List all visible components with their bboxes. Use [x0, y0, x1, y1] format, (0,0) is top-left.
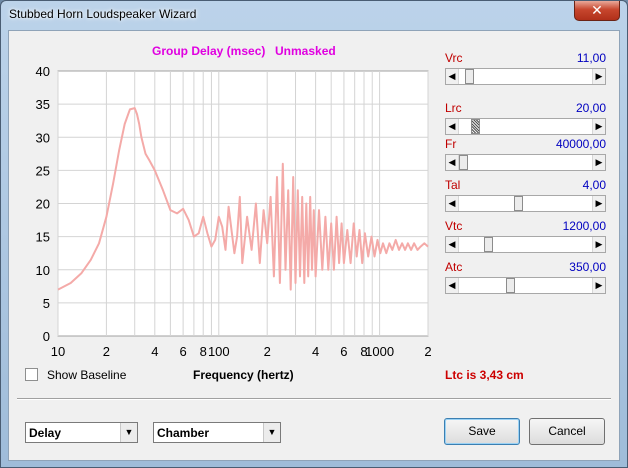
- arrow-right-icon[interactable]: ▶: [592, 196, 605, 211]
- y-tick-label: 5: [43, 296, 50, 311]
- x-tick-label: 2: [103, 344, 110, 359]
- slider-label-lrc: Lrc: [445, 101, 462, 115]
- group-delay-chart: 051015202530354010 2 4 6 8 100 2 4 6 81000 2: [36, 64, 432, 359]
- slider-label-vtc: Vtc: [445, 219, 463, 233]
- arrow-right-icon[interactable]: ▶: [592, 278, 605, 293]
- y-tick-label: 15: [36, 230, 50, 245]
- arrow-right-icon[interactable]: ▶: [592, 69, 605, 84]
- y-tick-label: 30: [36, 130, 50, 145]
- close-button[interactable]: ✕: [574, 1, 620, 21]
- y-tick-label: 10: [36, 263, 50, 278]
- slider-thumb[interactable]: [484, 237, 493, 252]
- x-tick-label: 6: [340, 344, 347, 359]
- section-value: Chamber: [157, 426, 210, 440]
- separator: [17, 398, 611, 400]
- graph-type-value: Delay: [29, 426, 62, 440]
- x-tick-label: 100: [208, 344, 230, 359]
- cancel-button-label: Cancel: [548, 424, 586, 438]
- x-tick-label: 4: [151, 344, 158, 359]
- y-tick-label: 20: [36, 197, 50, 212]
- close-icon: ✕: [591, 2, 603, 18]
- x-axis-label: Frequency (hertz): [193, 368, 294, 382]
- y-tick-label: 35: [36, 97, 50, 112]
- wizard-window: Stubbed Horn Loudspeaker Wizard ✕ Group …: [0, 0, 628, 468]
- arrow-left-icon[interactable]: ◀: [446, 196, 459, 211]
- slider-label-tal: Tal: [445, 178, 461, 192]
- y-tick-label: 25: [36, 163, 50, 178]
- x-tick-label: 10: [51, 344, 65, 359]
- dialog-client-area: Group Delay (msec) Unmasked 0 5 10 15 20 25 30…: [8, 30, 620, 461]
- show-baseline-checkbox[interactable]: [25, 368, 38, 381]
- arrow-left-icon[interactable]: ◀: [446, 237, 459, 252]
- x-tick-label: 2: [264, 344, 271, 359]
- slider-tal[interactable]: ◀ ▶: [445, 195, 606, 212]
- slider-fr[interactable]: ◀ ▶: [445, 154, 606, 171]
- slider-thumb[interactable]: [465, 69, 474, 84]
- slider-label-fr: Fr: [445, 137, 457, 151]
- chevron-down-icon[interactable]: ▼: [120, 423, 137, 442]
- slider-vrc[interactable]: ◀ ▶: [445, 68, 606, 85]
- section-select[interactable]: Chamber ▼: [153, 422, 281, 443]
- x-tick-label: 8: [200, 344, 207, 359]
- slider-thumb[interactable]: [514, 196, 523, 211]
- graph-type-select[interactable]: Delay ▼: [25, 422, 138, 443]
- slider-thumb[interactable]: [506, 278, 515, 293]
- slider-lrc[interactable]: ◀ ▶: [445, 118, 606, 135]
- save-button[interactable]: Save: [444, 418, 520, 445]
- slider-label-atc: Atc: [445, 260, 463, 274]
- x-tick-label: 2: [424, 344, 431, 359]
- slider-value-lrc: 20,00: [575, 101, 606, 115]
- arrow-right-icon[interactable]: ▶: [592, 155, 605, 170]
- x-tick-label: 1000: [365, 344, 394, 359]
- y-tick-label: 40: [36, 64, 50, 79]
- chevron-down-icon[interactable]: ▼: [263, 423, 280, 442]
- slider-thumb[interactable]: [471, 119, 480, 134]
- arrow-right-icon[interactable]: ▶: [592, 119, 605, 134]
- slider-value-vtc: 1200,00: [562, 219, 606, 233]
- slider-value-fr: 40000,00: [555, 137, 606, 151]
- arrow-right-icon[interactable]: ▶: [592, 237, 605, 252]
- y-tick-label: 0: [43, 329, 50, 344]
- window-title: Stubbed Horn Loudspeaker Wizard: [9, 7, 197, 21]
- arrow-left-icon[interactable]: ◀: [446, 278, 459, 293]
- arrow-left-icon[interactable]: ◀: [446, 119, 459, 134]
- slider-value-atc: 350,00: [569, 260, 606, 274]
- slider-label-vrc: Vrc: [445, 51, 463, 65]
- show-baseline-label[interactable]: Show Baseline: [47, 368, 126, 382]
- x-tick-label: 4: [312, 344, 319, 359]
- slider-value-tal: 4,00: [582, 178, 606, 192]
- slider-value-vrc: 11,00: [576, 51, 606, 65]
- x-tick-label: 6: [180, 344, 187, 359]
- title-bar[interactable]: Stubbed Horn Loudspeaker Wizard ✕: [1, 1, 627, 27]
- arrow-left-icon[interactable]: ◀: [446, 69, 459, 84]
- slider-atc[interactable]: ◀ ▶: [445, 277, 606, 294]
- slider-thumb[interactable]: [459, 155, 468, 170]
- save-button-label: Save: [468, 424, 496, 438]
- cancel-button[interactable]: Cancel: [529, 418, 605, 445]
- arrow-left-icon[interactable]: ◀: [446, 155, 459, 170]
- ltc-status-text: Ltc is 3,43 cm: [445, 368, 524, 382]
- slider-vtc[interactable]: ◀ ▶: [445, 236, 606, 253]
